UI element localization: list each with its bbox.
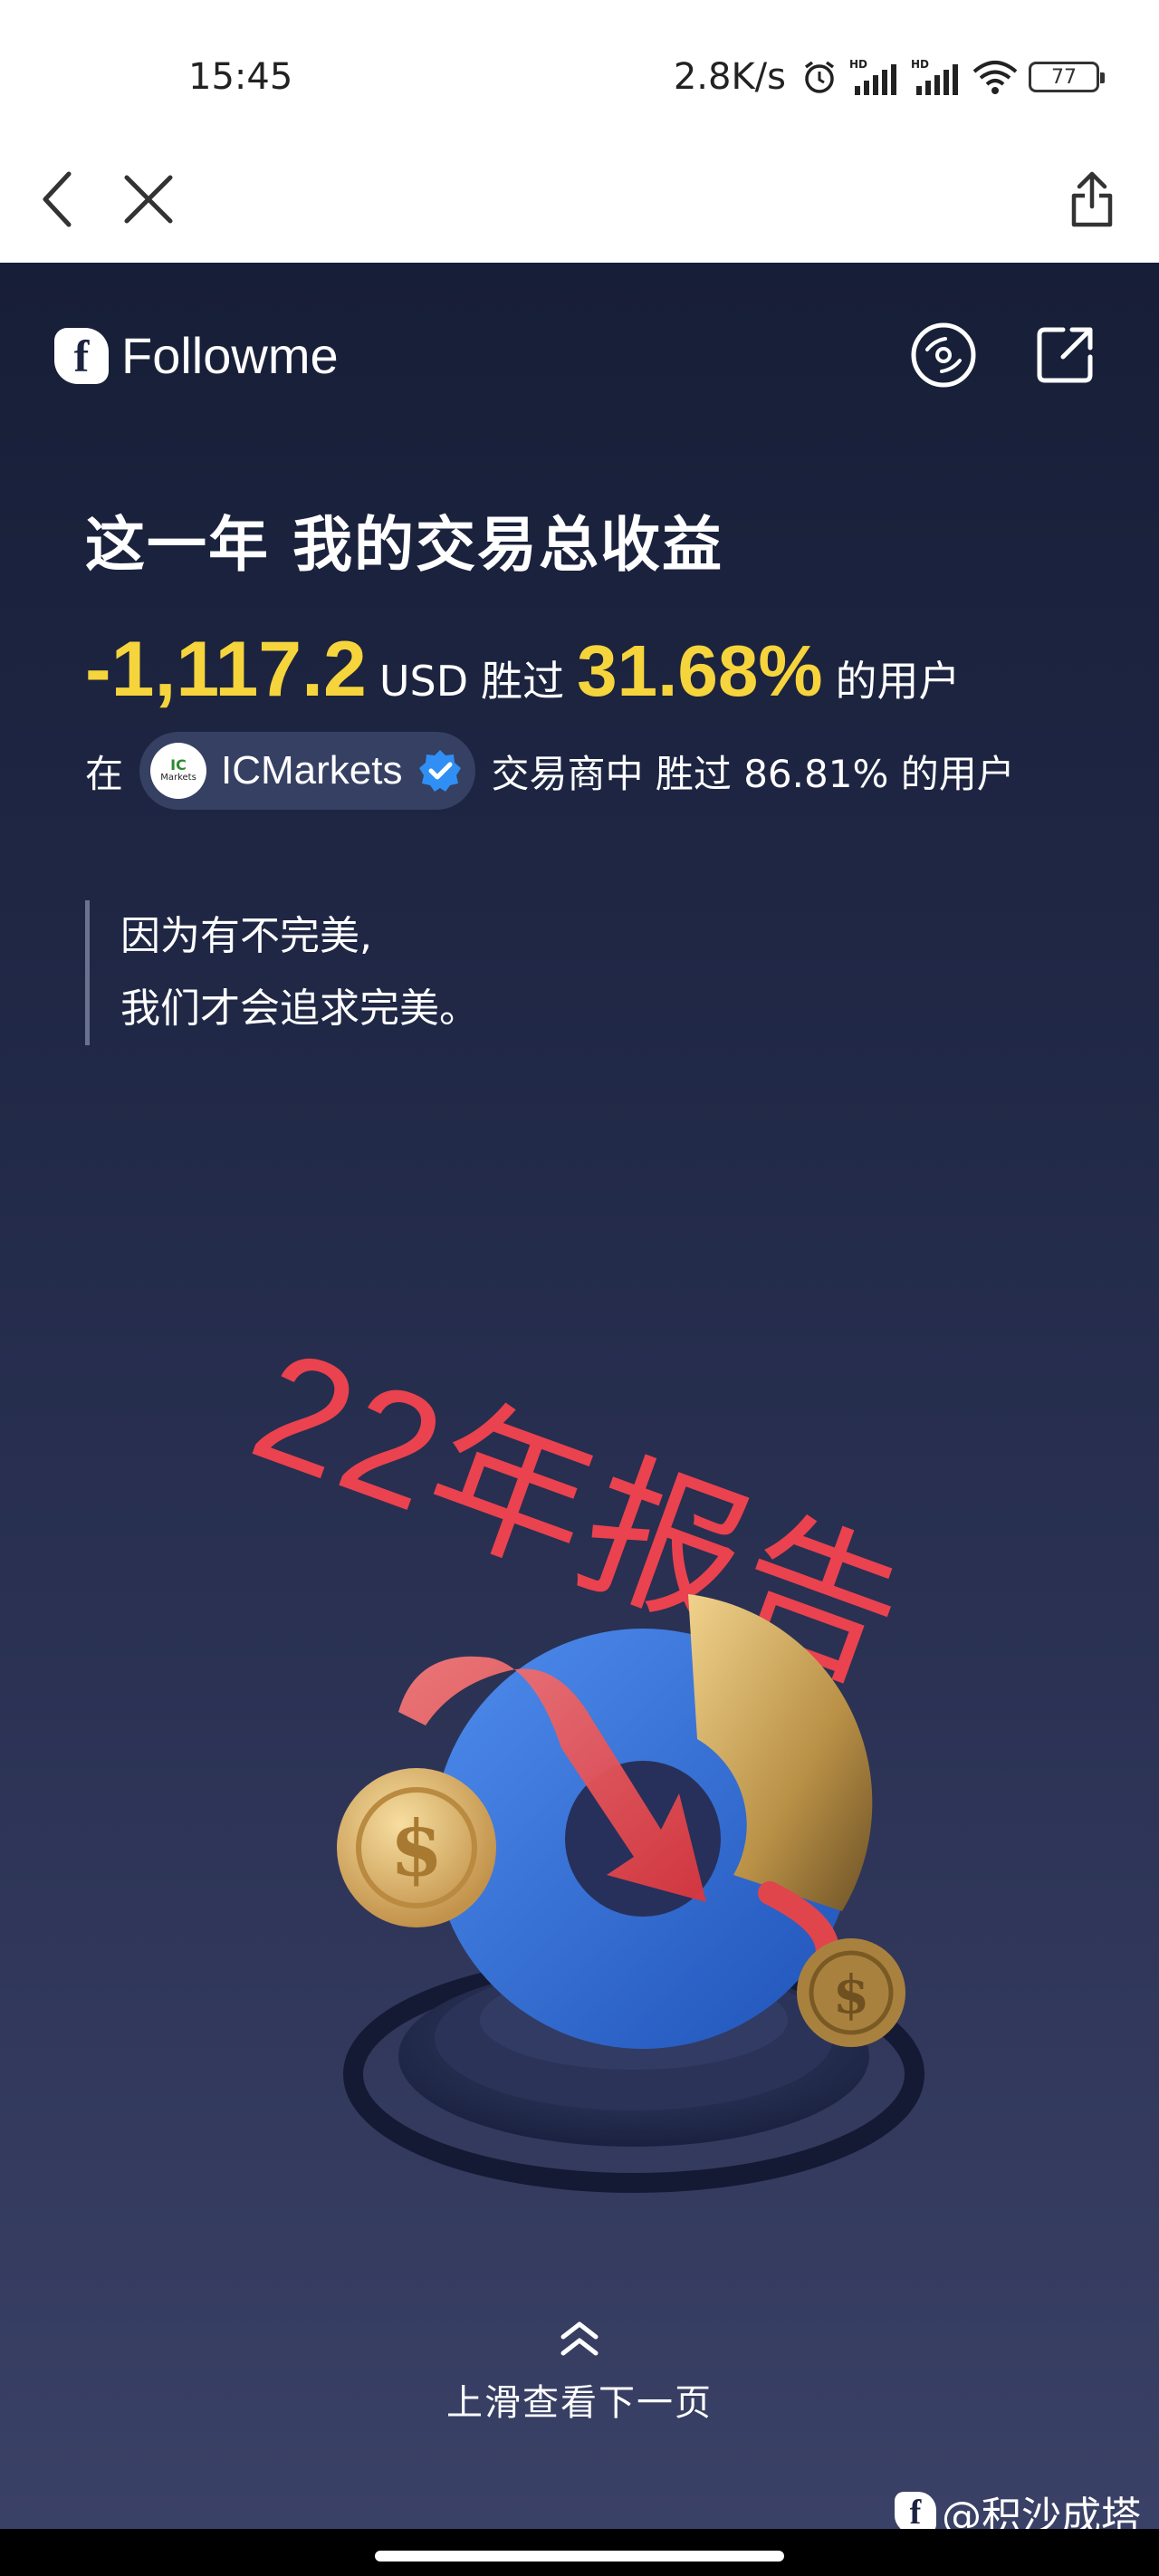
- back-icon: [43, 171, 72, 227]
- currency-label: USD: [378, 657, 469, 706]
- profit-value: -1,117.2: [85, 626, 367, 713]
- broker-logo-bottom: Markets: [160, 773, 196, 783]
- swipe-up-hint[interactable]: 上滑查看下一页: [0, 2319, 1159, 2426]
- double-chevron-up-icon: [0, 2319, 1159, 2364]
- dollar-coin-icon: $: [797, 1938, 905, 2047]
- broker-prefix: 在: [85, 751, 124, 796]
- status-time: 15:45: [188, 56, 293, 98]
- brand-name: Followme: [121, 327, 339, 384]
- wm-logo-letter: f: [909, 2494, 922, 2529]
- open-external-button[interactable]: [1029, 319, 1101, 391]
- beat-prefix: 胜过: [481, 657, 565, 706]
- svg-text:HD: HD: [849, 58, 867, 71]
- chart-illustration: $ $: [337, 1594, 924, 2193]
- beat-percentage: 31.68%: [577, 630, 823, 711]
- share-button[interactable]: [1047, 154, 1137, 245]
- broker-logo-top: IC: [170, 756, 187, 774]
- verified-badge-icon: [417, 748, 463, 793]
- broker-name: ICMarkets: [221, 748, 403, 793]
- quote-line-1: 因为有不完美,: [120, 913, 372, 959]
- music-toggle-button[interactable]: [907, 319, 980, 391]
- wifi-icon: [971, 57, 1020, 97]
- close-button[interactable]: [103, 154, 194, 245]
- battery-icon: 77: [1029, 62, 1105, 92]
- report-headline: 这一年 我的交易总收益: [85, 510, 723, 580]
- status-bar: 15:45 2.8K/s HD HD 77: [0, 0, 1159, 136]
- quote-block: 因为有不完美, 我们才会追求完美。: [85, 900, 479, 1045]
- brand: f Followme: [54, 326, 339, 385]
- watermark-text: @积沙成塔: [942, 2494, 1141, 2529]
- back-button[interactable]: [13, 154, 103, 245]
- watermark: f @积沙成塔: [895, 2484, 1141, 2529]
- external-link-icon: [1037, 327, 1093, 383]
- annual-report-card: f Followme 这一年 我的交易总收益 -1,117.2 USD 胜过 3…: [0, 263, 1159, 2529]
- svg-text:$: $: [833, 1964, 869, 2025]
- quote-line-2: 我们才会追求完美。: [120, 985, 479, 1032]
- beat-suffix: 的用户: [835, 657, 961, 706]
- svg-text:HD: HD: [911, 58, 929, 71]
- signal-hd-icon: HD: [909, 57, 962, 97]
- signal-hd-icon: HD: [848, 57, 900, 97]
- network-speed: 2.8K/s: [673, 56, 786, 98]
- home-indicator[interactable]: [375, 2551, 784, 2562]
- close-icon: [124, 175, 173, 224]
- svg-text:$: $: [390, 1803, 443, 1893]
- profit-stat-line: -1,117.2 USD 胜过 31.68% 的用户: [85, 625, 960, 715]
- broker-suffix: 交易商中 胜过 86.81% 的用户: [491, 751, 1015, 796]
- logo-letter: f: [73, 330, 90, 381]
- icmarkets-logo-icon: IC Markets: [150, 743, 207, 799]
- broker-badge[interactable]: IC Markets ICMarkets: [139, 732, 475, 810]
- status-indicators: 2.8K/s HD HD 77: [673, 54, 1105, 100]
- browser-nav-bar: [0, 136, 1159, 263]
- followme-logo-icon: f: [895, 2492, 936, 2529]
- swipe-label: 上滑查看下一页: [446, 2382, 713, 2424]
- music-disc-icon: [911, 322, 976, 388]
- alarm-icon: [800, 57, 838, 97]
- broker-stat-line: 在 IC Markets ICMarkets 交易商中 胜过 86.81% 的用…: [85, 732, 1015, 810]
- share-icon: [1071, 171, 1113, 227]
- system-nav-bar: [0, 2529, 1159, 2576]
- followme-logo-icon: f: [54, 327, 109, 384]
- dollar-coin-icon: $: [337, 1768, 496, 1927]
